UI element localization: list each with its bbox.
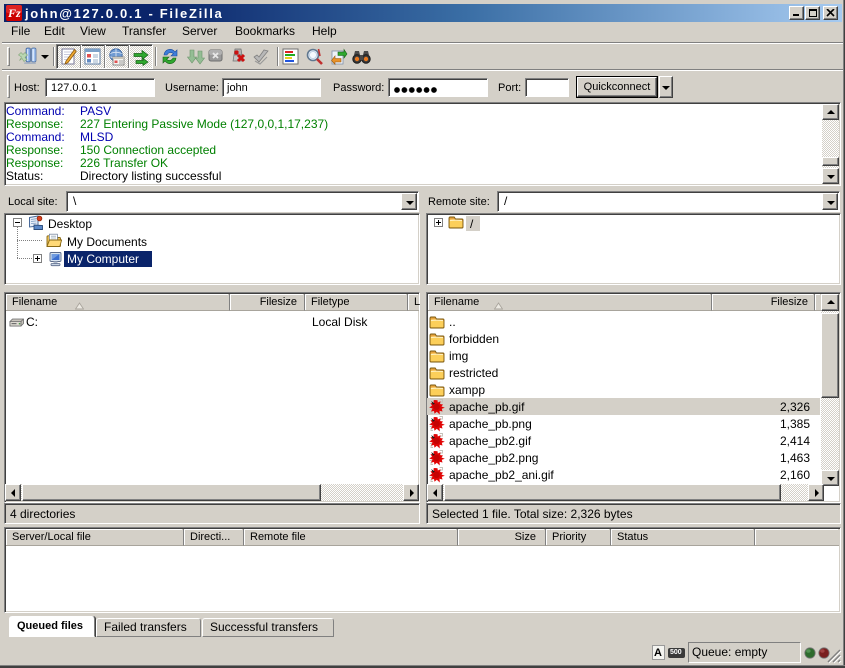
svg-text:Fz: Fz bbox=[7, 6, 21, 20]
